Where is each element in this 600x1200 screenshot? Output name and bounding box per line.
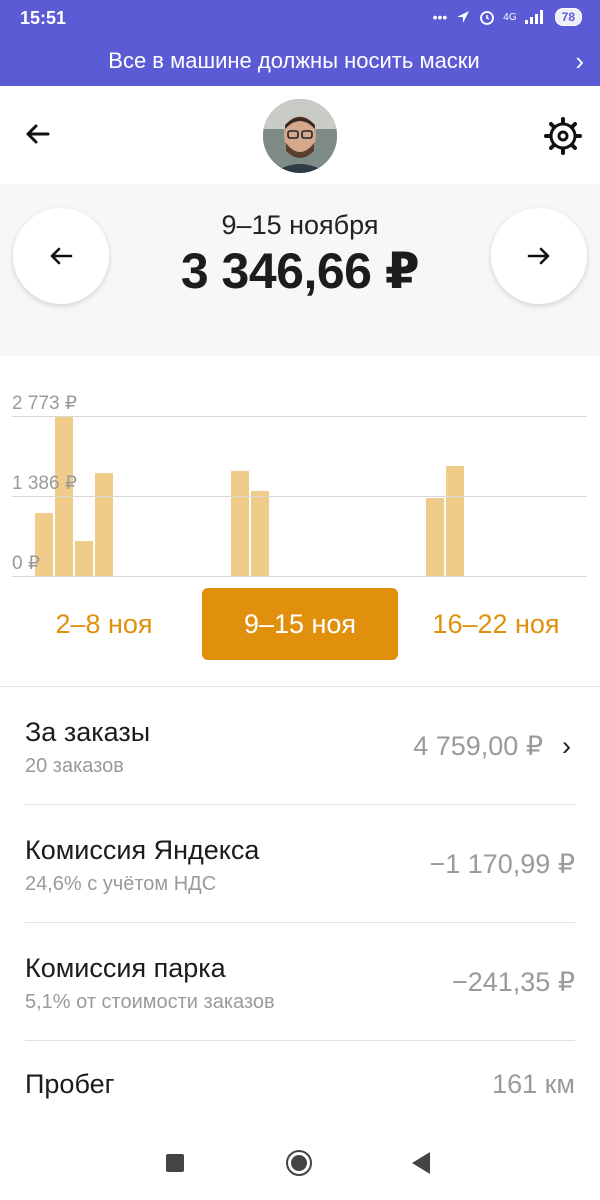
week-tab-prev[interactable]: 2–8 ноя [6,588,202,660]
dots-icon: ••• [432,9,448,25]
earnings-chart: 2 773 ₽ 1 386 ₽ 0 ₽ 2–8 ноя 9–15 ноя 16–… [0,356,600,687]
chart-bar [75,541,93,576]
grid-line-top [12,416,587,417]
alarm-icon [480,11,495,25]
y-tick-label: 1 386 ₽ [12,473,77,494]
y-tick-label: 0 ₽ [12,553,40,574]
banner-text: Все в машине должны носить маски [108,48,480,73]
chart-bar [426,497,444,576]
row-value: −1 170,99 ₽ [429,849,575,879]
battery-icon: 78 [554,8,582,26]
row-subtitle: 5,1% от стоимости заказов [25,991,275,1013]
chevron-right-icon: › [562,731,571,761]
settings-gear-icon[interactable] [543,116,583,156]
chevron-right-icon: › [575,46,584,76]
row-value: 4 759,00 ₽ [413,731,543,761]
status-icons: ••• 4G 78 [433,8,582,26]
week-tab-selected[interactable]: 9–15 ноя [202,588,398,660]
chart-bar [251,490,269,576]
orders-row[interactable]: За заказы 20 заказов 4 759,00 ₽ › [25,687,575,805]
row-subtitle: 24,6% с учётом НДС [25,873,217,895]
home-button[interactable] [286,1150,312,1176]
recents-button[interactable] [166,1154,184,1172]
row-subtitle: 20 заказов [25,755,124,777]
yandex-commission-row: Комиссия Яндекса 24,6% с учётом НДС −1 1… [25,805,575,923]
chart-bar [446,466,464,576]
y-tick-label: 2 773 ₽ [12,393,77,414]
header [0,86,600,184]
next-week-button[interactable] [491,208,587,304]
avatar[interactable] [263,99,337,173]
grid-line-zero [12,576,587,577]
row-value: −241,35 ₽ [451,967,575,997]
earnings-summary: 9–15 ноября 3 346,66 ₽ [0,184,600,357]
mileage-row: Пробег 161 км [25,1041,575,1127]
row-title: Комиссия парка [25,953,226,983]
chart-bar [231,470,249,576]
arrow-right-icon [527,247,550,265]
safety-banner[interactable]: Все в машине должны носить маски › [0,36,600,86]
system-nav-bar [0,1128,600,1200]
signal-4g-icon: 4G [503,11,517,23]
location-icon [457,11,470,23]
week-tab-next[interactable]: 16–22 ноя [398,588,594,660]
grid-line-mid [12,496,587,497]
row-title: Комиссия Яндекса [25,835,260,865]
back-arrow-icon[interactable] [20,116,56,152]
park-commission-row: Комиссия парка 5,1% от стоимости заказов… [25,923,575,1041]
row-title: Пробег [25,1069,115,1099]
row-title: За заказы [25,717,151,747]
back-button[interactable] [412,1152,430,1174]
status-bar: 15:51 ••• 4G 78 [0,0,600,36]
signal-icon [524,10,543,24]
chart-bar [95,473,113,576]
status-time: 15:51 [20,8,67,28]
row-value: 161 км [492,1069,575,1099]
